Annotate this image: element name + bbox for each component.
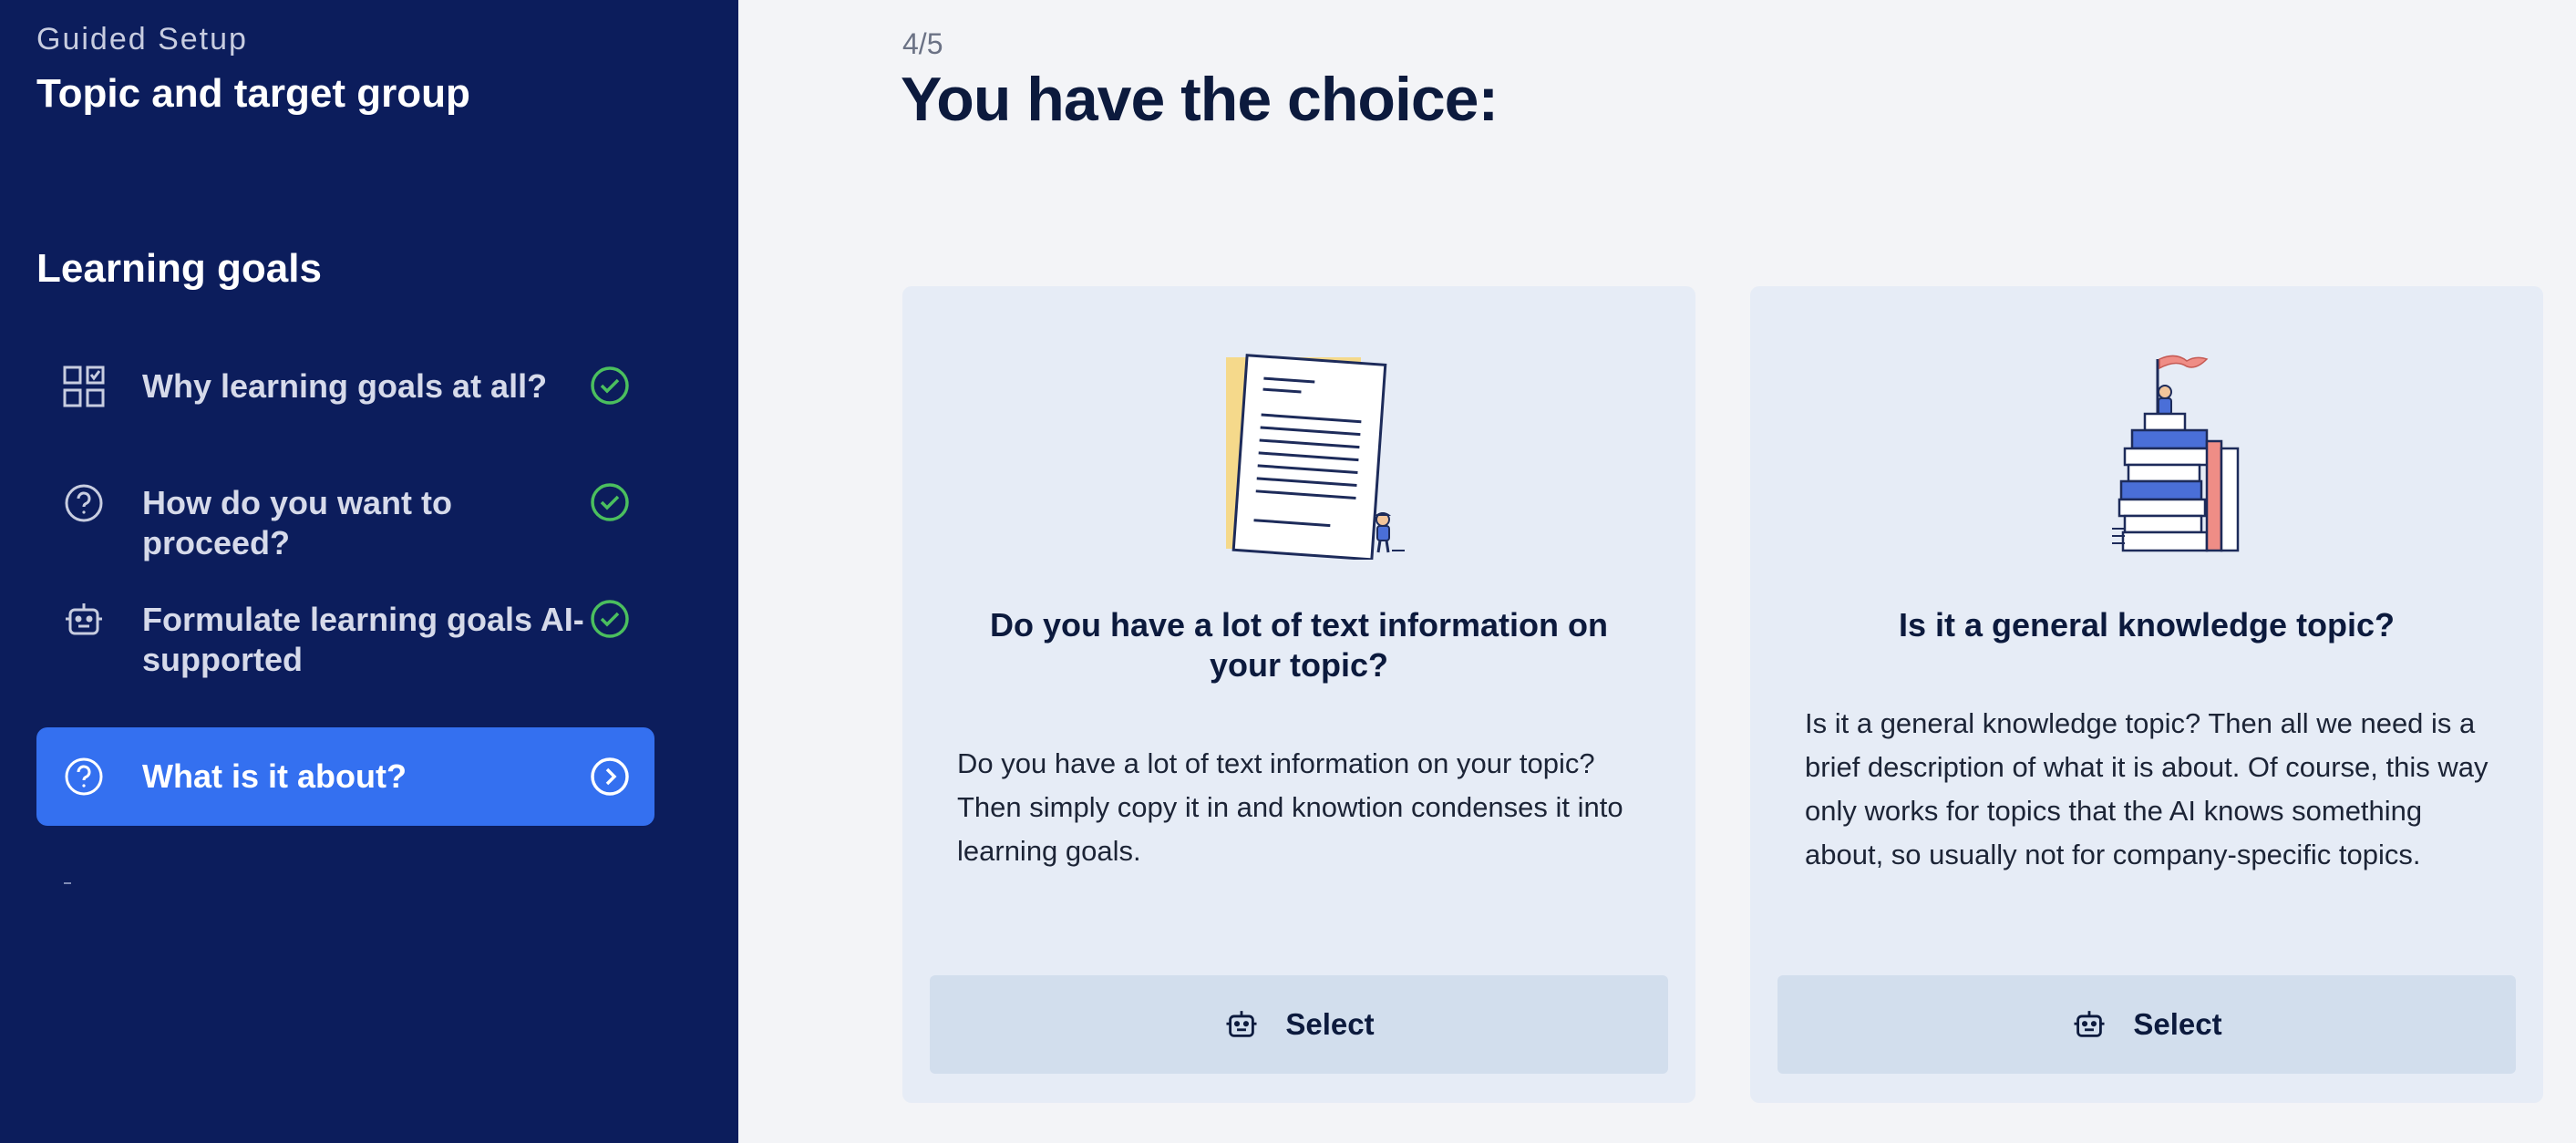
sidebar-title[interactable]: Topic and target group (36, 71, 470, 117)
card-title: Do you have a lot of text information on… (989, 606, 1609, 684)
grid-check-icon (60, 363, 108, 410)
document-person-illustration (1190, 341, 1408, 564)
step-label: How do you want to proceed? (142, 484, 452, 561)
divider (64, 882, 71, 884)
books-flag-illustration (2037, 341, 2256, 564)
check-circle-icon (587, 596, 633, 642)
step-what-is-it-about[interactable]: What is it about? (36, 727, 654, 826)
step-formulate-ai[interactable]: Formulate learning goals AI-supported (36, 596, 654, 680)
section-title: Learning goals (36, 246, 322, 291)
step-how-to-proceed[interactable]: How do you want to proceed? (36, 479, 654, 563)
chevron-right-circle-icon (587, 754, 633, 799)
option-card-general-knowledge: Is it a general knowledge topic? Is it a… (1750, 286, 2543, 1103)
step-label: Formulate learning goals AI-supported (142, 601, 584, 678)
step-label: What is it about? (142, 757, 407, 795)
question-circle-icon (60, 753, 108, 800)
select-button-label: Select (2133, 1007, 2222, 1041)
question-circle-icon (60, 479, 108, 527)
check-circle-icon (587, 363, 633, 408)
sidebar-eyebrow: Guided Setup (36, 22, 248, 57)
card-description: Is it a general knowledge topic? Then al… (1805, 707, 2488, 870)
check-circle-icon (587, 479, 633, 525)
option-card-text-info: Do you have a lot of text information on… (902, 286, 1695, 1103)
select-button[interactable]: Select (1777, 975, 2516, 1074)
step-why-learning-goals[interactable]: Why learning goals at all? (36, 363, 654, 410)
card-title: Is it a general knowledge topic? (1898, 606, 2396, 644)
robot-icon (2071, 1006, 2107, 1043)
select-button[interactable]: Select (930, 975, 1668, 1074)
robot-icon (1223, 1006, 1260, 1043)
step-progress: 4/5 (902, 27, 943, 60)
select-button-label: Select (1285, 1007, 1375, 1041)
robot-icon (60, 596, 108, 644)
card-description: Do you have a lot of text information on… (957, 747, 1623, 867)
step-label: Why learning goals at all? (142, 367, 548, 405)
page-title: You have the choice: (901, 65, 1499, 134)
sidebar: Guided Setup Topic and target group Lear… (0, 0, 738, 1143)
